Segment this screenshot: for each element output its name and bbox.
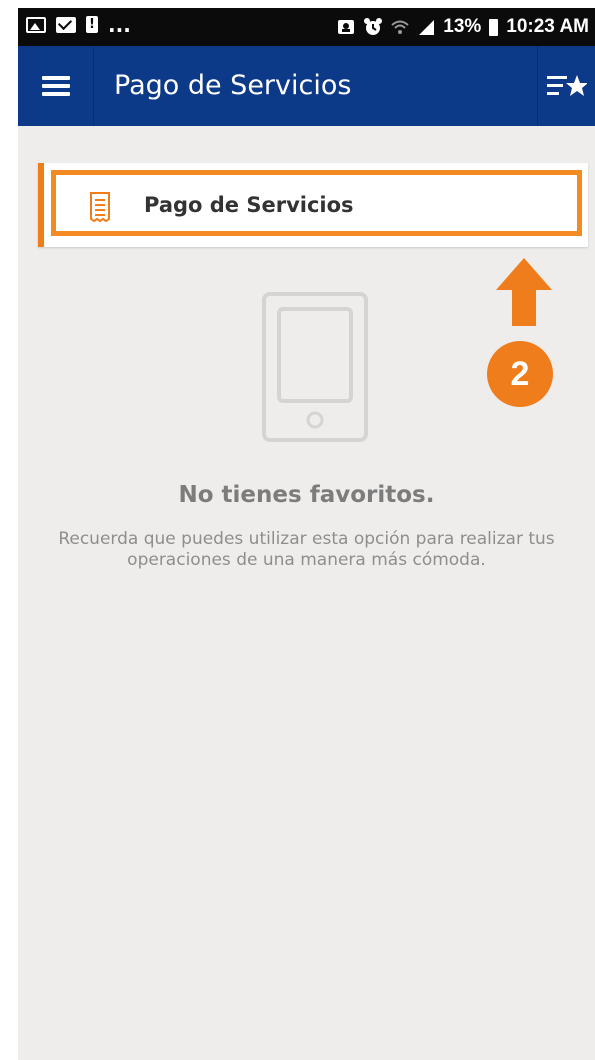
status-left-icons: ! ...: [26, 12, 131, 37]
receipt-icon: [90, 192, 110, 222]
empty-tablet-icon: [262, 292, 368, 442]
phone-screen: ! ... 13% 10:23 AM Pago de Servicios Pag…: [18, 8, 595, 1060]
signal-icon: [419, 20, 435, 35]
alarm-icon: [364, 18, 383, 35]
tutorial-step-badge: 2: [487, 341, 553, 407]
alert-icon: !: [86, 16, 98, 33]
app-bar: Pago de Servicios: [18, 46, 595, 126]
empty-state-title: No tienes favoritos.: [178, 482, 435, 508]
favorites-list-icon: [546, 75, 587, 96]
favorites-list-button[interactable]: [537, 46, 595, 126]
status-overflow: ...: [108, 12, 131, 37]
hamburger-menu-icon: [41, 76, 70, 96]
page-title: Pago de Servicios: [114, 70, 352, 101]
status-right-icons: 13% 10:23 AM: [337, 16, 589, 38]
status-bar: ! ... 13% 10:23 AM: [18, 8, 595, 46]
menu-button[interactable]: [18, 46, 94, 126]
mail-icon: [56, 16, 76, 33]
favorite-item-pago-de-servicios[interactable]: Pago de Servicios: [38, 163, 588, 247]
contacts-icon: [338, 20, 355, 34]
wifi-icon: [391, 20, 409, 34]
empty-state-description: Recuerda que puedes utilizar esta opción…: [58, 529, 555, 570]
favorite-item-label: Pago de Servicios: [144, 193, 354, 217]
status-time: 10:23 AM: [506, 16, 589, 37]
favorite-item-accent: [38, 163, 44, 247]
image-icon: [26, 16, 46, 33]
battery-percent: 13%: [443, 16, 482, 37]
tutorial-arrow-up-icon: [496, 258, 552, 326]
battery-icon: [489, 18, 499, 36]
